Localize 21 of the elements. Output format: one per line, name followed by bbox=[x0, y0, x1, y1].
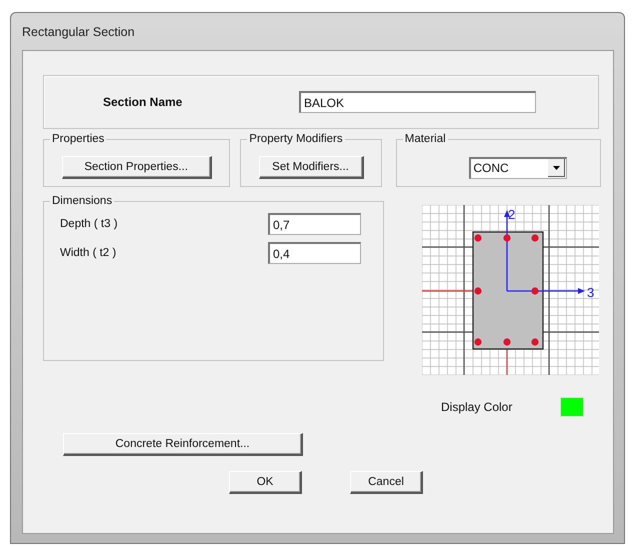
group-label: Material bbox=[404, 133, 447, 145]
group-label: Dimensions bbox=[51, 195, 114, 207]
dropdown-arrow-icon bbox=[552, 166, 560, 170]
group-label: Properties bbox=[51, 133, 106, 145]
section-name-field[interactable]: BALOK bbox=[299, 91, 536, 113]
section-properties-button[interactable]: Section Properties... bbox=[62, 156, 212, 179]
color-swatch[interactable] bbox=[560, 397, 584, 417]
group-label: Property Modifiers bbox=[248, 133, 344, 145]
dimension-field[interactable]: 0,4 bbox=[268, 242, 361, 264]
concrete-reinforcement-button[interactable]: Concrete Reinforcement... bbox=[63, 433, 303, 456]
set-modifiers-button[interactable]: Set Modifiers... bbox=[258, 156, 364, 179]
window-title: Rectangular Section bbox=[22, 24, 135, 38]
dialog-button[interactable]: OK bbox=[229, 471, 302, 494]
dimension-field[interactable]: 0,7 bbox=[268, 213, 361, 235]
material-dropdown[interactable]: CONC bbox=[469, 156, 568, 178]
section-name-label: Section Name bbox=[103, 95, 184, 109]
display-color-label: Display Color bbox=[441, 400, 512, 414]
section-drawing: 2 3 bbox=[422, 205, 599, 375]
dimension-label: Width ( t2 ) bbox=[60, 247, 118, 259]
dimension-label: Depth ( t3 ) bbox=[60, 218, 119, 230]
dialog-button[interactable]: Cancel bbox=[350, 471, 423, 494]
